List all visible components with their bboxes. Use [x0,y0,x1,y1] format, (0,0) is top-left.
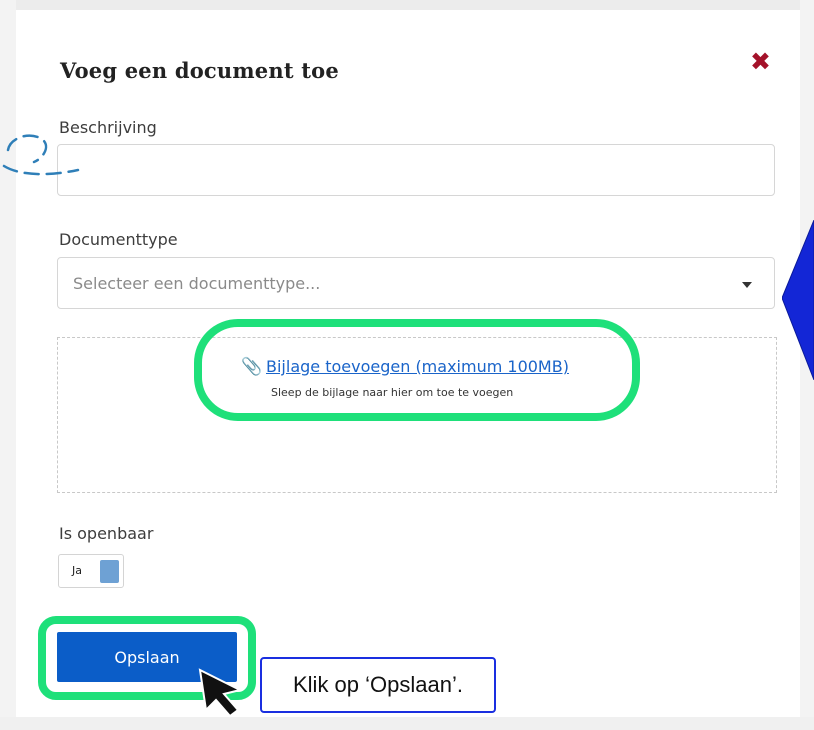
chevron-down-icon [742,282,752,288]
toggle-label: Ja [72,564,82,577]
doctype-label: Documenttype [59,230,178,249]
doctype-select[interactable]: Selecteer een documenttype... [57,257,775,309]
instruction-callout: Klik op ‘Opslaan’. [260,657,496,713]
close-icon[interactable]: ✖ [750,48,771,76]
attachment-highlight [194,319,640,421]
backdrop-left [0,0,16,730]
public-label: Is openbaar [59,524,154,543]
backdrop-top [0,0,814,10]
mouse-pointer-icon [198,668,243,718]
modal-title: Voeg een document toe [60,58,339,83]
public-toggle[interactable]: Ja [58,554,124,588]
doctype-placeholder: Selecteer een documenttype... [73,274,321,293]
toggle-knob [100,560,119,583]
dashed-circle-marker [2,134,80,176]
backdrop-bottom [0,717,814,730]
side-arrow-marker [782,220,814,380]
description-input[interactable] [57,144,775,196]
